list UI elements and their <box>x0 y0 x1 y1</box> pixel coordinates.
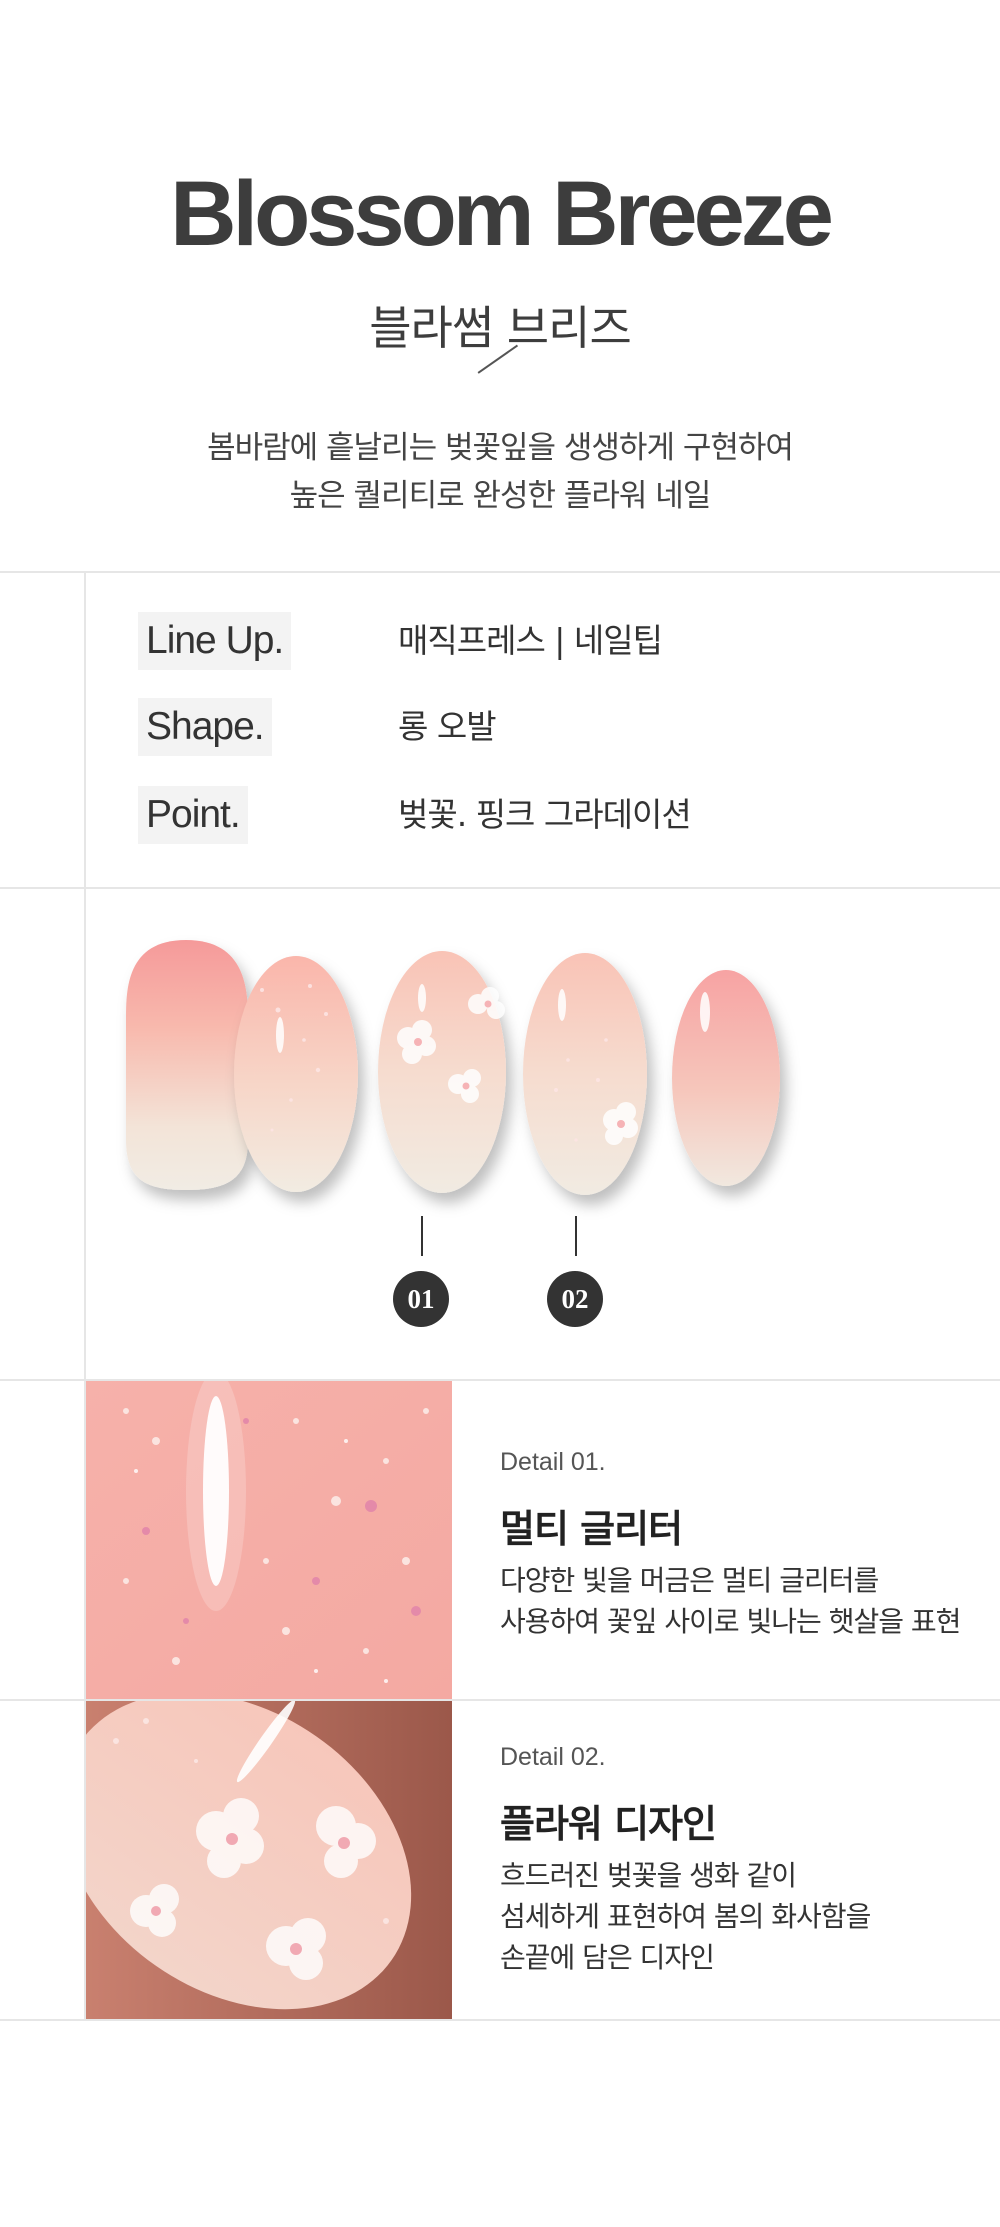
product-subtitle: 블라썸 브리즈 <box>369 301 632 355</box>
detail-01-heading: 멀티 글리터 <box>500 1507 683 1551</box>
nail-tip-5 <box>672 970 780 1186</box>
divider-line <box>0 2019 1000 2021</box>
marker-badge-01: 01 <box>393 1271 449 1327</box>
nail-tip-2 <box>234 956 358 1192</box>
marker-line-02 <box>575 1216 577 1256</box>
detail-02-kicker: Detail 02. <box>500 1743 606 1771</box>
spec-label-point: Point. <box>138 786 248 844</box>
tagline-line-2: 높은 퀄리티로 완성한 플라워 네일 <box>289 478 712 514</box>
nail-tips-illustration <box>126 940 780 1195</box>
detail-02-description: 흐드러진 벚꽃을 생화 같이 섬세하게 표현하여 봄의 화사함을 손끝에 담은 … <box>500 1859 871 1974</box>
nail-tip-4 <box>523 953 647 1195</box>
divider-line <box>0 887 1000 889</box>
spec-label-lineup: Line Up. <box>138 612 292 670</box>
detail-02-image <box>86 1701 452 2019</box>
nail-tip-1 <box>126 940 248 1190</box>
tagline-line-1: 봄바람에 흩날리는 벚꽃잎을 생생하게 구현하여 <box>207 430 794 466</box>
spec-value-point: 벚꽃. 핑크 그라데이션 <box>398 795 692 834</box>
spec-value-shape: 롱 오발 <box>398 707 497 746</box>
marker-badge-02: 02 <box>547 1271 603 1327</box>
detail-02-heading: 플라워 디자인 <box>500 1802 717 1846</box>
product-title: Blossom Breeze <box>170 163 834 265</box>
marker-line-01 <box>421 1216 423 1256</box>
divider-line <box>0 571 1000 573</box>
detail-01-description: 다양한 빛을 머금은 멀티 글리터를 사용하여 꽃잎 사이로 빛나는 햇살을 표… <box>500 1564 961 1638</box>
nail-tip-3 <box>378 951 506 1193</box>
detail-01-kicker: Detail 01. <box>500 1448 606 1476</box>
spec-value-lineup: 매직프레스 | 네일팁 <box>398 621 663 660</box>
product-tagline: 봄바람에 흩날리는 벚꽃잎을 생생하게 구현하여 높은 퀄리티로 완성한 플라워… <box>0 424 1000 520</box>
spec-label-shape: Shape. <box>138 698 272 756</box>
detail-01-image <box>86 1381 452 1699</box>
